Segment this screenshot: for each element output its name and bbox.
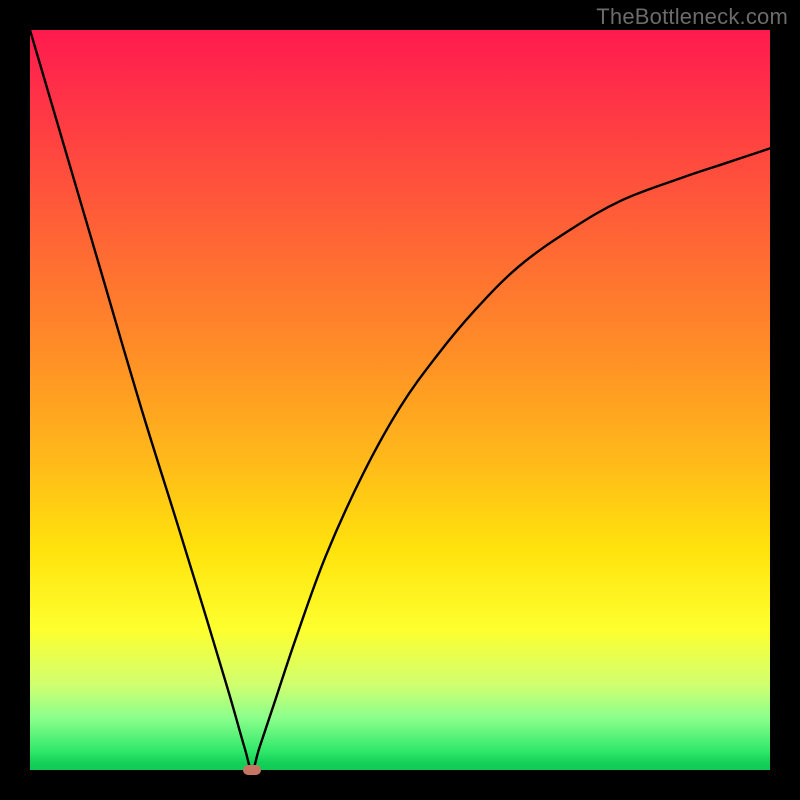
- plot-area: [30, 30, 770, 770]
- optimum-marker: [243, 765, 261, 775]
- chart-frame: TheBottleneck.com: [0, 0, 800, 800]
- curve-layer: [30, 30, 770, 770]
- watermark-text: TheBottleneck.com: [596, 4, 788, 30]
- bottleneck-curve: [30, 30, 770, 770]
